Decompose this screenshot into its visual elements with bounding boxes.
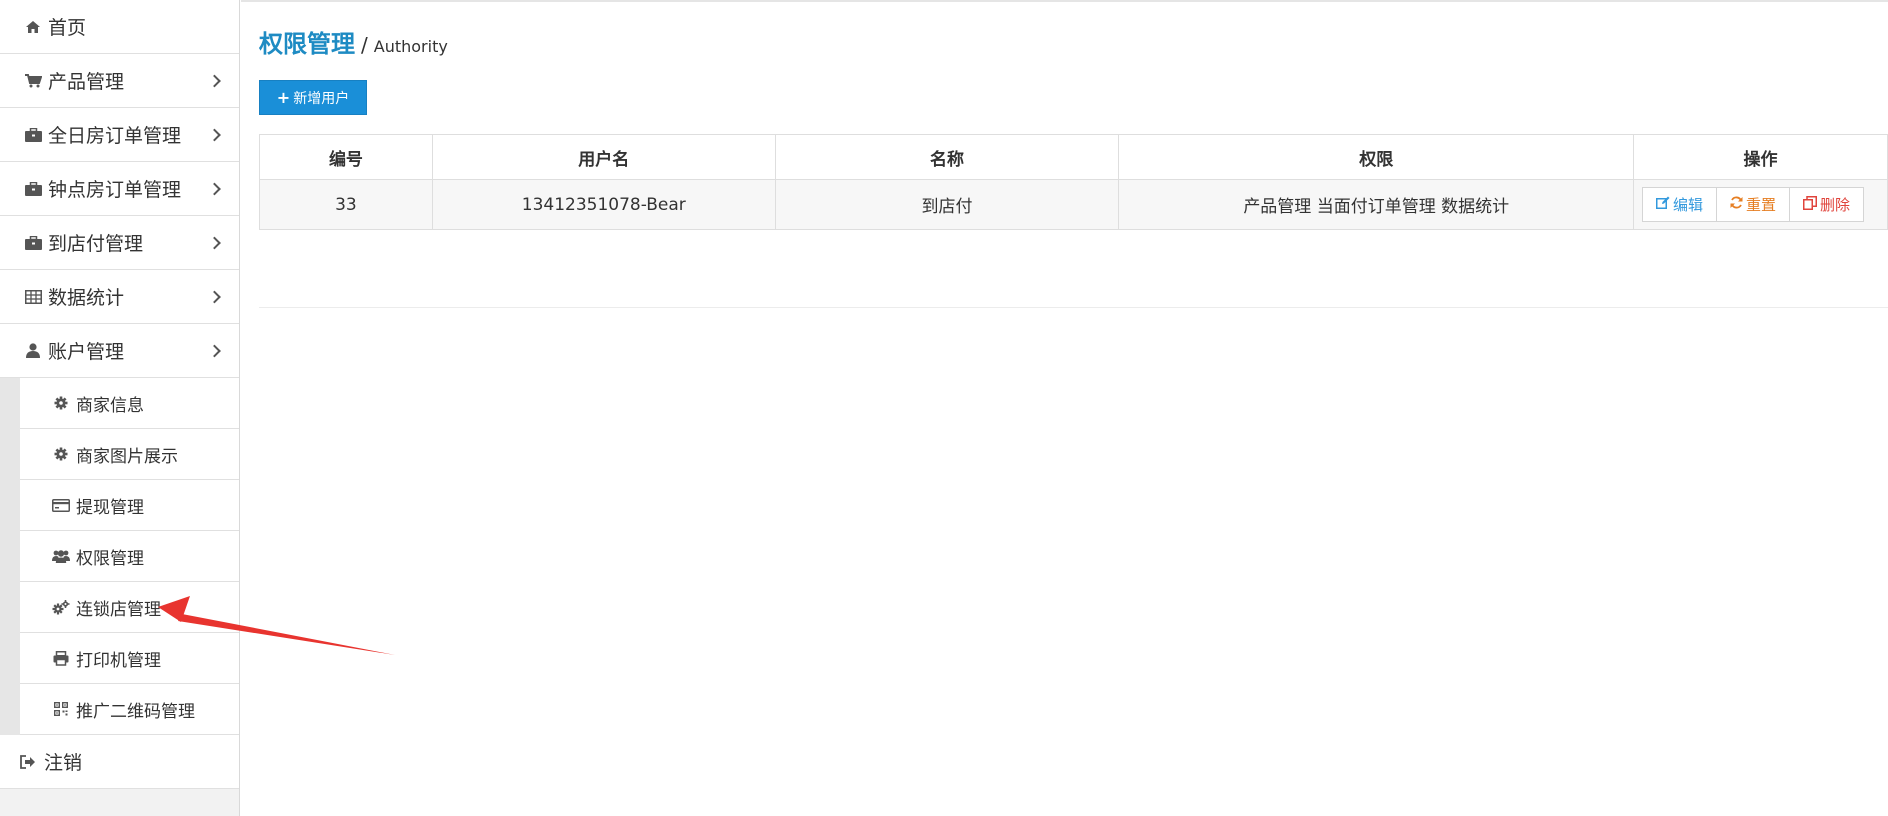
sidebar-item-fullday-orders[interactable]: 全日房订单管理 bbox=[0, 108, 239, 162]
add-user-button[interactable]: + 新增用户 bbox=[259, 80, 367, 115]
row-actions: 编辑 重置 删除 bbox=[1634, 187, 1887, 222]
delete-button[interactable]: 删除 bbox=[1789, 187, 1865, 222]
briefcase-icon bbox=[22, 233, 44, 253]
sidebar: 首页 产品管理 全日房订单管理 钟点房订单管理 到店付管理 数据统计 账户管理 … bbox=[0, 0, 240, 816]
edit-icon bbox=[1656, 196, 1670, 213]
briefcase-icon bbox=[22, 179, 44, 199]
column-header-username: 用户名 bbox=[431, 134, 776, 180]
submenu-item-label: 权限管理 bbox=[76, 548, 144, 569]
submenu-item-merchant-images[interactable]: 商家图片展示 bbox=[20, 429, 239, 480]
sidebar-item-label: 数据统计 bbox=[48, 287, 125, 309]
cell-permissions: 产品管理 当面付订单管理 数据统计 bbox=[1118, 179, 1635, 230]
submenu-item-merchant-info[interactable]: 商家信息 bbox=[20, 378, 239, 429]
sidebar-item-label: 产品管理 bbox=[48, 71, 125, 93]
sidebar-item-label: 首页 bbox=[48, 17, 87, 39]
sidebar-item-home[interactable]: 首页 bbox=[0, 0, 239, 54]
sidebar-item-label: 钟点房订单管理 bbox=[48, 179, 182, 201]
submenu-item-label: 商家图片展示 bbox=[76, 446, 178, 467]
submenu-item-qrcode[interactable]: 推广二维码管理 bbox=[20, 684, 239, 735]
column-header-actions: 操作 bbox=[1633, 134, 1888, 180]
page-title: 权限管理 bbox=[259, 30, 355, 58]
submenu-item-label: 连锁店管理 bbox=[76, 599, 161, 620]
account-submenu: 商家信息 商家图片展示 提现管理 权限管理 连锁店管理 打印机管理 推广二维码管… bbox=[0, 378, 239, 735]
add-user-label: 新增用户 bbox=[293, 90, 350, 107]
credit-card-icon bbox=[51, 496, 71, 514]
submenu-item-printers[interactable]: 打印机管理 bbox=[20, 633, 239, 684]
cell-username: 13412351078-Bear bbox=[431, 179, 776, 230]
submenu-item-withdraw[interactable]: 提现管理 bbox=[20, 480, 239, 531]
sign-out-icon bbox=[20, 754, 40, 769]
edit-label: 编辑 bbox=[1673, 196, 1704, 214]
column-header-permissions: 权限 bbox=[1118, 134, 1635, 180]
sidebar-item-label: 到店付管理 bbox=[48, 233, 144, 255]
chevron-right-icon bbox=[208, 290, 221, 303]
column-header-name: 名称 bbox=[774, 134, 1120, 180]
table-row: 33 13412351078-Bear 到店付 产品管理 当面付订单管理 数据统… bbox=[259, 179, 1888, 230]
table-header-row: 编号 用户名 名称 权限 操作 bbox=[259, 134, 1888, 180]
submenu-item-label: 商家信息 bbox=[76, 395, 144, 416]
reset-button[interactable]: 重置 bbox=[1716, 187, 1791, 222]
sidebar-item-label: 全日房订单管理 bbox=[48, 125, 182, 147]
users-table: 编号 用户名 名称 权限 操作 33 13412351078-Bear 到店付 … bbox=[259, 134, 1888, 230]
column-header-id: 编号 bbox=[259, 134, 433, 180]
chevron-right-icon bbox=[208, 236, 221, 249]
chevron-right-icon bbox=[208, 128, 221, 141]
gear-icon bbox=[51, 445, 71, 463]
cart-icon bbox=[22, 71, 44, 91]
home-icon bbox=[22, 17, 44, 37]
sidebar-item-statistics[interactable]: 数据统计 bbox=[0, 270, 239, 324]
qrcode-icon bbox=[51, 700, 71, 718]
refresh-icon bbox=[1730, 196, 1743, 213]
chevron-right-icon bbox=[208, 182, 221, 195]
page-subtitle: Authority bbox=[373, 37, 448, 56]
delete-label: 删除 bbox=[1820, 196, 1851, 214]
content-divider bbox=[259, 307, 1888, 308]
logout-button[interactable]: 注销 bbox=[0, 735, 239, 789]
table-icon bbox=[22, 287, 44, 307]
chevron-right-icon bbox=[208, 344, 221, 357]
sidebar-item-account[interactable]: 账户管理 bbox=[0, 324, 239, 378]
logout-label: 注销 bbox=[44, 752, 83, 774]
copy-icon bbox=[1803, 195, 1818, 214]
briefcase-icon bbox=[22, 125, 44, 145]
breadcrumb-separator: / bbox=[361, 33, 368, 57]
gears-icon bbox=[51, 598, 71, 616]
plus-icon: + bbox=[276, 88, 291, 107]
cell-id: 33 bbox=[259, 179, 433, 230]
cell-actions: 编辑 重置 删除 bbox=[1633, 179, 1888, 230]
chevron-right-icon bbox=[208, 74, 221, 87]
print-icon bbox=[51, 649, 71, 667]
cell-name: 到店付 bbox=[774, 179, 1120, 230]
submenu-item-label: 打印机管理 bbox=[76, 650, 161, 671]
page-heading: 权限管理 / Authority bbox=[259, 24, 448, 59]
gear-icon bbox=[51, 394, 71, 412]
submenu-item-authority[interactable]: 权限管理 bbox=[20, 531, 239, 582]
sidebar-item-hourly-orders[interactable]: 钟点房订单管理 bbox=[0, 162, 239, 216]
edit-button[interactable]: 编辑 bbox=[1642, 187, 1718, 222]
submenu-item-label: 推广二维码管理 bbox=[76, 701, 195, 722]
submenu-item-label: 提现管理 bbox=[76, 497, 144, 518]
sidebar-item-products[interactable]: 产品管理 bbox=[0, 54, 239, 108]
sidebar-item-label: 账户管理 bbox=[48, 341, 125, 363]
sidebar-item-pay-at-store[interactable]: 到店付管理 bbox=[0, 216, 239, 270]
submenu-item-chain-stores[interactable]: 连锁店管理 bbox=[20, 582, 239, 633]
user-icon bbox=[22, 341, 44, 361]
top-border bbox=[241, 0, 1888, 2]
reset-label: 重置 bbox=[1746, 196, 1777, 214]
users-icon bbox=[51, 547, 71, 565]
